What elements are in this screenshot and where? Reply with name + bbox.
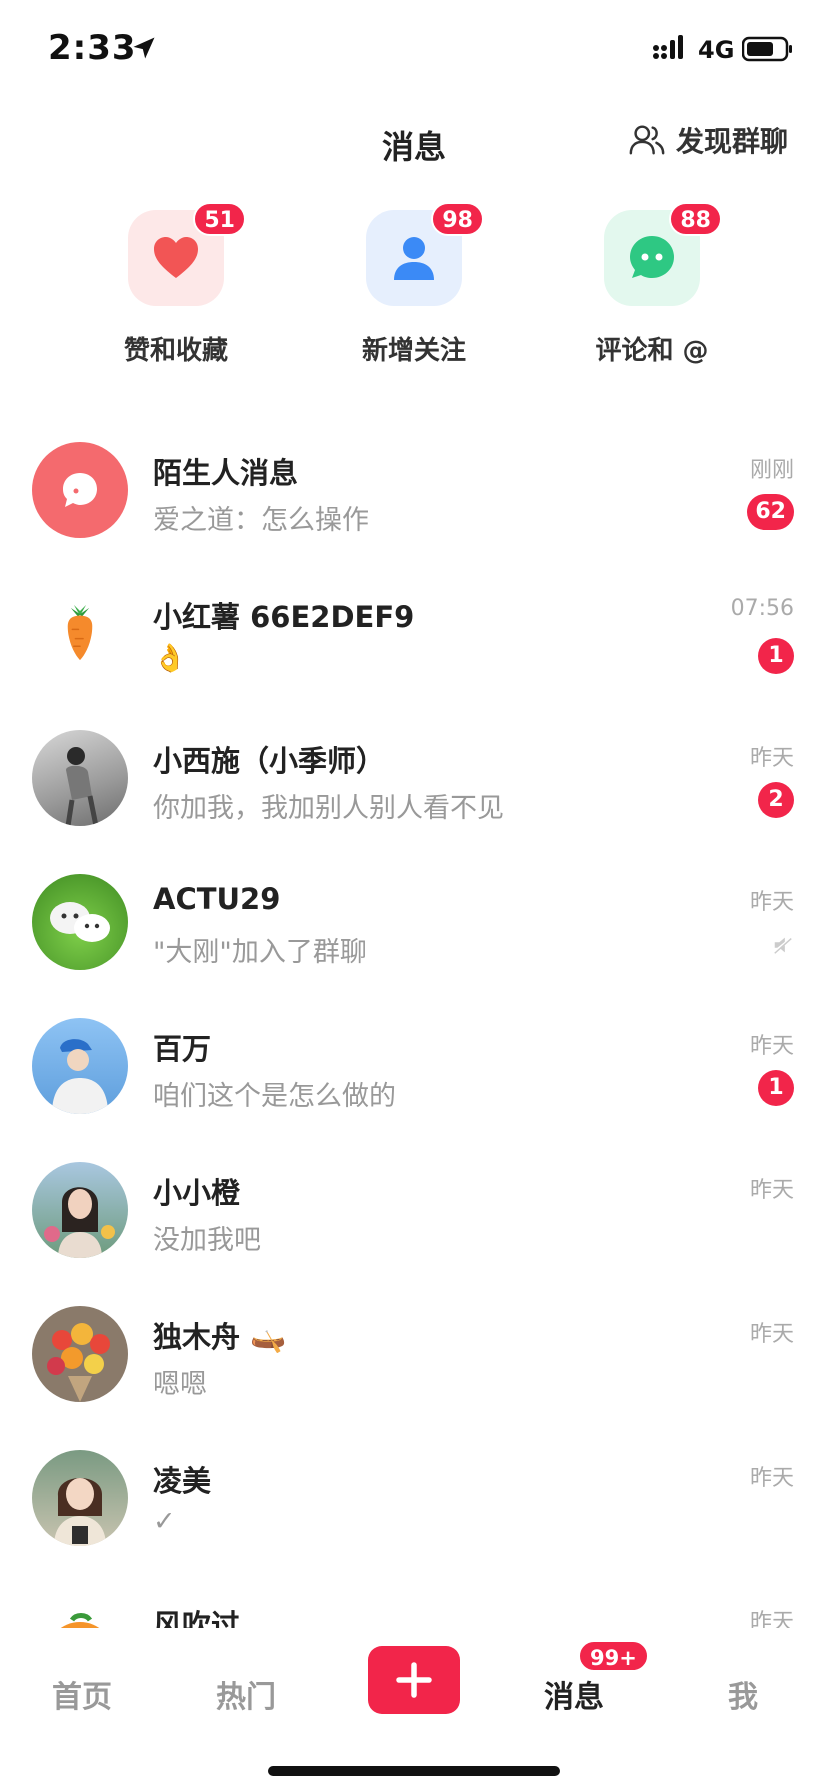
conversation-name: 凌美	[153, 1464, 212, 1498]
conversation-time: 昨天	[749, 1466, 794, 1491]
conversation-preview: 没加我吧	[153, 1225, 261, 1256]
conversation-name: 小红薯 66E2DEF9	[153, 600, 415, 634]
conversation-time: 07:56	[730, 596, 794, 621]
comments-label: 评论和 @	[595, 336, 709, 366]
conversation-preview: "大刚"加入了群聊	[153, 937, 367, 968]
conversation-time: 昨天	[749, 1034, 794, 1059]
heart-icon	[154, 237, 198, 278]
conversation-list: 陌生人消息 爱之道：怎么操作 刚刚 62 小红薯 66E2DEF9 👌 07:5…	[0, 428, 828, 1648]
home-indicator	[268, 1766, 560, 1776]
likes-tile: 51	[128, 202, 246, 306]
conversation-name: 独木舟 🛶	[153, 1320, 287, 1354]
user-avatar-photo	[32, 1450, 128, 1546]
nav-header: 消息 发现群聊	[0, 100, 828, 190]
comment-icon	[630, 236, 674, 278]
chat-bubble-icon	[63, 473, 97, 507]
comments-tile: 88	[604, 202, 722, 306]
conversation-time: 昨天	[749, 1322, 794, 1347]
followers-tile: 98	[366, 202, 484, 306]
tab-home[interactable]: 首页	[52, 1672, 112, 1716]
conversation-time: 昨天	[749, 890, 794, 915]
location-arrow-icon	[133, 37, 155, 59]
chat-bubbles-icon	[50, 902, 110, 942]
conversation-row[interactable]: 小小橙 没加我吧 昨天	[0, 1148, 828, 1292]
comments-and-mentions-entry[interactable]: 88 评论和 @	[552, 202, 752, 367]
unread-badge: 1	[758, 638, 794, 674]
plus-icon	[396, 1662, 432, 1698]
likes-label: 赞和收藏	[123, 336, 228, 366]
discover-group-chat-label: 发现群聊	[675, 125, 788, 158]
status-time: 2:33	[48, 28, 137, 68]
tab-messages[interactable]: 消息	[544, 1672, 604, 1716]
tab-hot[interactable]: 热门	[216, 1672, 276, 1716]
user-avatar-photo	[32, 1306, 128, 1402]
conversation-preview: 嗯嗯	[153, 1369, 207, 1400]
conversation-name: ACTU29	[153, 882, 281, 916]
stranger-messages-avatar	[32, 442, 128, 538]
publish-button[interactable]	[368, 1646, 460, 1714]
comments-badge: 88	[669, 202, 722, 236]
group-people-icon	[629, 125, 665, 155]
conversation-name: 百万	[153, 1032, 212, 1066]
person-photo-icon	[65, 747, 99, 826]
conversation-row[interactable]: 小红薯 66E2DEF9 👌 07:56 1	[0, 572, 828, 716]
likes-badge: 51	[193, 202, 246, 236]
flower-bouquet-icon	[47, 1323, 110, 1402]
conversation-row[interactable]: 百万 咱们这个是怎么做的 昨天 1	[0, 1004, 828, 1148]
unread-badge: 2	[758, 782, 794, 818]
followers-label: 新增关注	[361, 336, 466, 366]
conversation-preview: ✓	[153, 1506, 176, 1537]
conversation-preview: 爱之道：怎么操作	[153, 505, 369, 536]
quick-actions: 51 赞和收藏 98 新增关注 88 评论和 @	[0, 202, 828, 370]
conversation-preview: 咱们这个是怎么做的	[153, 1081, 396, 1112]
conversation-name: 小西施（小季师）	[153, 744, 386, 778]
signal-icon	[653, 35, 683, 59]
carrot-icon	[67, 604, 93, 661]
unread-badge: 62	[747, 494, 794, 530]
new-followers-entry[interactable]: 98 新增关注	[314, 202, 514, 367]
conversation-time: 昨天	[749, 1178, 794, 1203]
user-avatar-photo	[32, 1162, 128, 1258]
conversation-row[interactable]: 凌美 ✓ 昨天	[0, 1436, 828, 1580]
tab-me[interactable]: 我	[728, 1672, 758, 1716]
person-photo-icon	[52, 1039, 108, 1114]
battery-icon	[742, 36, 792, 62]
user-avatar-photo	[32, 1018, 128, 1114]
unread-badge: 1	[758, 1070, 794, 1106]
conversation-row[interactable]: 陌生人消息 爱之道：怎么操作 刚刚 62	[0, 428, 828, 572]
discover-group-chat-button[interactable]: 发现群聊	[628, 120, 788, 160]
conversation-name: 陌生人消息	[153, 456, 299, 490]
mute-icon	[772, 936, 794, 954]
likes-and-favorites-entry[interactable]: 51 赞和收藏	[76, 202, 276, 367]
person-icon	[394, 237, 434, 280]
conversation-name: 小小橙	[153, 1176, 241, 1210]
group-avatar	[32, 874, 128, 970]
conversation-preview: 👌	[153, 643, 187, 674]
conversation-row[interactable]: 小西施（小季师） 你加我，我加别人别人看不见 昨天 2	[0, 716, 828, 860]
messages-tab-badge: 99+	[578, 1640, 649, 1672]
followers-badge: 98	[431, 202, 484, 236]
user-avatar-photo	[32, 730, 128, 826]
status-bar: 2:33 4G	[0, 0, 828, 100]
network-type: 4G	[698, 36, 735, 64]
conversation-row[interactable]: ACTU29 "大刚"加入了群聊 昨天	[0, 860, 828, 1004]
conversation-row[interactable]: 独木舟 🛶 嗯嗯 昨天	[0, 1292, 828, 1436]
conversation-time: 昨天	[749, 746, 794, 771]
conversation-time: 刚刚	[749, 458, 794, 483]
person-photo-icon	[54, 1478, 106, 1546]
conversation-preview: 你加我，我加别人别人看不见	[153, 793, 504, 824]
tab-bar: 首页 热门 消息 99+ 我	[0, 1628, 828, 1792]
person-photo-icon	[44, 1187, 115, 1258]
carrot-avatar	[32, 586, 128, 682]
